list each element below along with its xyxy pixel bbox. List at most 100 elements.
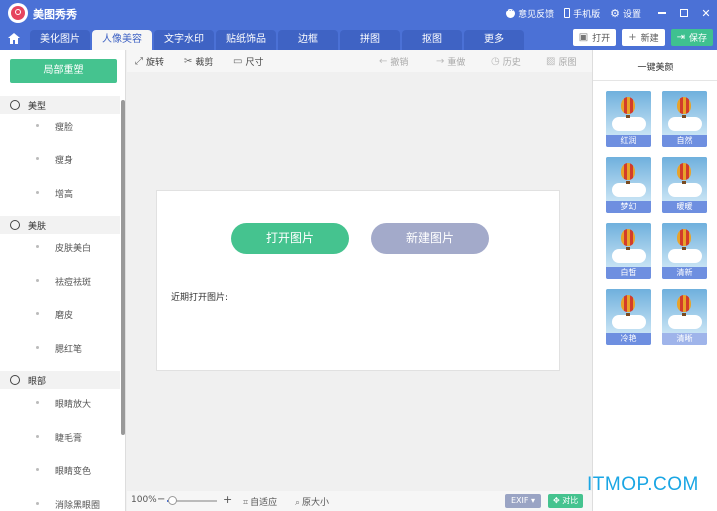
fit-label: 自适应	[250, 498, 278, 508]
resize-icon: ▭	[233, 56, 243, 67]
local-reshape-button[interactable]: 局部重塑	[10, 59, 117, 83]
preset-label: 清新	[662, 267, 707, 279]
actual-size-button[interactable]: ⌕ 原大小	[295, 495, 329, 508]
original-button[interactable]: ▨ 原图	[546, 55, 576, 68]
sidebar-section-label: 美肤	[28, 221, 47, 232]
clock-icon: ◷	[491, 56, 500, 67]
skin-icon	[10, 220, 20, 230]
zoom-out-button[interactable]: −	[157, 494, 165, 505]
home-button[interactable]	[0, 26, 28, 50]
recent-images-label: 近期打开图片:	[171, 293, 229, 303]
crop-button[interactable]: ✂ 裁剪	[184, 55, 213, 68]
rotate-button[interactable]: ⤢ 旋转	[135, 55, 164, 68]
tab-1[interactable]: 人像美容	[92, 30, 152, 50]
cloud-shape	[668, 315, 702, 329]
tab-6[interactable]: 抠图	[402, 30, 462, 50]
compare-button[interactable]: ✥ 对比	[548, 494, 584, 508]
zoom-slider-handle[interactable]	[168, 496, 177, 505]
new-button[interactable]: + 新建	[622, 29, 665, 46]
basket-shape	[682, 247, 686, 250]
preset-thumbnail[interactable]: 自然	[662, 91, 707, 147]
preset-thumbnail[interactable]: 梦幻	[606, 157, 651, 213]
fit-button[interactable]: ⌗ 自适应	[243, 495, 277, 508]
zoom-in-button[interactable]: +	[223, 493, 232, 506]
sidebar-item[interactable]: 瘦身	[36, 153, 73, 166]
plus-icon: +	[628, 32, 637, 43]
new-image-button[interactable]: 新建图片	[371, 223, 489, 254]
zoom-level: 100%	[131, 495, 157, 505]
sidebar-item[interactable]: 睫毛膏	[36, 431, 82, 444]
picture-icon: ▨	[546, 56, 556, 67]
tab-2[interactable]: 文字水印	[154, 30, 214, 50]
tab-7[interactable]: 更多	[464, 30, 524, 50]
save-button[interactable]: ⇥ 保存	[670, 29, 713, 46]
sidebar-item[interactable]: 眼睛放大	[36, 397, 91, 410]
tab-3[interactable]: 贴纸饰品	[216, 30, 276, 50]
sidebar-item[interactable]: 皮肤美白	[36, 241, 91, 254]
undo-button[interactable]: ← 撤销	[379, 55, 408, 68]
zoom-slider[interactable]	[167, 496, 217, 505]
actual-size-label: 原大小	[302, 498, 330, 508]
size-button[interactable]: ▭ 尺寸	[233, 55, 263, 68]
tab-5[interactable]: 拼图	[340, 30, 400, 50]
preset-thumbnail[interactable]: 冷艳	[606, 289, 651, 345]
compare-label: 对比	[562, 496, 579, 505]
mobile-button[interactable]: 手机版	[564, 7, 600, 20]
basket-shape	[626, 313, 630, 316]
sidebar-item[interactable]: 眼睛变色	[36, 464, 91, 477]
settings-button[interactable]: ⚙ 设置	[610, 7, 641, 20]
preset-thumbnail[interactable]: 清晰	[662, 289, 707, 345]
sidebar-item[interactable]: 腮红笔	[36, 342, 82, 355]
sidebar-item[interactable]: 增高	[36, 187, 73, 200]
balloon-icon	[677, 229, 691, 246]
feedback-button[interactable]: 意见反馈	[506, 4, 554, 20]
cloud-shape	[668, 249, 702, 263]
preset-thumbnail[interactable]: 白皙	[606, 223, 651, 279]
settings-label: 设置	[622, 9, 641, 20]
maximize-icon	[680, 9, 688, 17]
open-button[interactable]: ▣ 打开	[572, 29, 617, 46]
minimize-icon	[658, 12, 666, 14]
open-image-button[interactable]: 打开图片	[231, 223, 349, 254]
magnifier-icon: ⌕	[295, 498, 301, 508]
sidebar-item[interactable]: 祛痘祛斑	[36, 275, 91, 288]
cloud-shape	[668, 183, 702, 197]
balloon-icon	[621, 97, 635, 114]
sidebar-item-label: 祛痘祛斑	[55, 278, 92, 288]
undo-label: 撤销	[390, 58, 409, 68]
sidebar-item-label: 瘦脸	[55, 123, 74, 133]
exif-button[interactable]: EXIF ▾	[505, 494, 542, 508]
sidebar-section-0[interactable]: 美型	[0, 96, 120, 114]
tab-4[interactable]: 边框	[278, 30, 338, 50]
minimize-button[interactable]	[651, 0, 673, 26]
tab-0[interactable]: 美化图片	[30, 30, 90, 50]
bullet-icon	[36, 157, 39, 160]
crop-label: 裁剪	[195, 58, 214, 68]
size-label: 尺寸	[245, 58, 264, 68]
sidebar-item[interactable]: 磨皮	[36, 308, 73, 321]
preset-label: 梦幻	[606, 201, 651, 213]
maximize-button[interactable]	[673, 0, 695, 26]
sidebar-item-label: 瘦身	[55, 156, 74, 166]
basket-shape	[682, 313, 686, 316]
sidebar-item[interactable]: 瘦脸	[36, 120, 73, 133]
preset-thumbnail[interactable]: 暖暖	[662, 157, 707, 213]
preset-label: 冷艳	[606, 333, 651, 345]
chat-icon	[506, 4, 516, 18]
sidebar-scrollbar[interactable]	[121, 100, 125, 435]
sidebar-section-label: 美型	[28, 101, 47, 112]
bullet-icon	[36, 435, 39, 438]
start-panel: 打开图片 新建图片 近期打开图片:	[156, 190, 560, 371]
redo-button[interactable]: → 重做	[436, 55, 465, 68]
bullet-icon	[36, 502, 39, 505]
app-title: 美图秀秀	[33, 8, 77, 21]
sidebar-item[interactable]: 消除黑眼圈	[36, 498, 100, 511]
preset-thumbnail[interactable]: 红润	[606, 91, 651, 147]
cloud-shape	[668, 117, 702, 131]
close-button[interactable]: ✕	[695, 0, 717, 26]
history-button[interactable]: ◷ 历史	[491, 55, 521, 68]
open-label: 打开	[592, 34, 611, 44]
preset-thumbnail[interactable]: 清新	[662, 223, 707, 279]
sidebar-section-1[interactable]: 美肤	[0, 216, 120, 234]
sidebar-section-2[interactable]: 眼部	[0, 371, 120, 389]
